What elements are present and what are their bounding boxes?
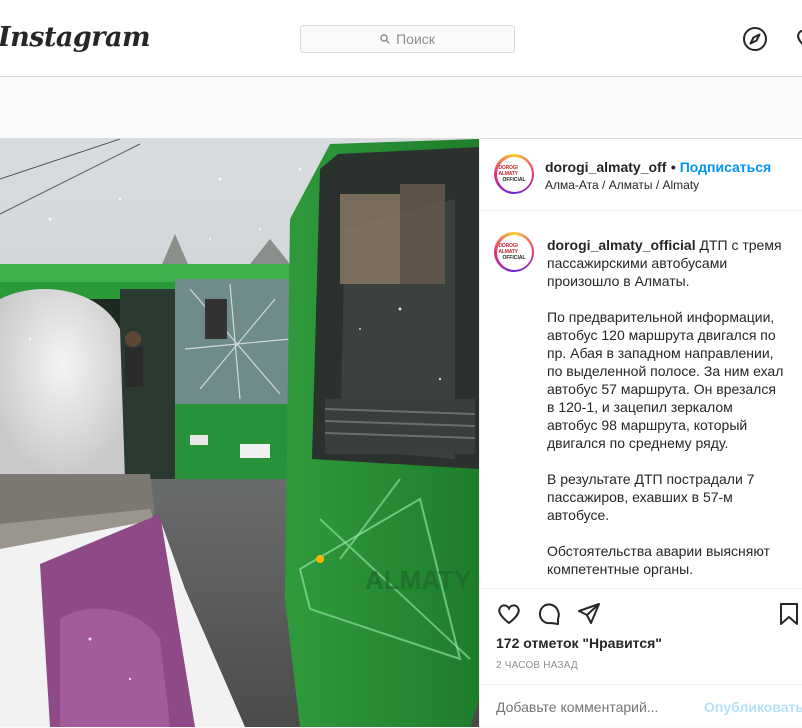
likes-count[interactable]: 172 отметок "Нравится" <box>496 635 662 651</box>
instagram-logo[interactable]: Instagram <box>0 22 151 53</box>
post-photo[interactable]: ALMATY <box>0 139 479 727</box>
post-side-panel: DOROGI ALMATY OFFICIAL dorogi_almaty_off… <box>479 139 802 727</box>
caption-username[interactable]: dorogi_almaty_official <box>547 237 696 253</box>
search-icon <box>380 34 390 44</box>
search-placeholder: Поиск <box>396 31 435 47</box>
svg-text:ALMATY: ALMATY <box>365 565 471 595</box>
post-timestamp[interactable]: 2 ЧАСОВ НАЗАД <box>496 660 578 671</box>
publish-button[interactable]: Опубликовать <box>704 699 802 715</box>
post-actions: 172 отметок "Нравится" 2 ЧАСОВ НАЗАД Опу… <box>480 588 802 727</box>
top-navigation-bar: Instagram Поиск <box>0 0 802 77</box>
author-avatar[interactable]: DOROGI ALMATY OFFICIAL <box>494 154 534 194</box>
bus-accident-image: ALMATY <box>0 139 479 727</box>
separator-dot: • <box>670 159 676 175</box>
share-icon[interactable] <box>576 601 602 627</box>
author-username[interactable]: dorogi_almaty_offic <box>545 159 667 175</box>
like-heart-icon[interactable] <box>496 601 522 627</box>
search-box[interactable]: Поиск <box>300 25 515 53</box>
caption-paragraph: Обстоятельства аварии выясняют компетент… <box>547 543 770 577</box>
heart-activity-icon[interactable] <box>794 26 802 52</box>
avatar-text-bottom: OFFICIAL <box>502 177 526 183</box>
bookmark-icon[interactable] <box>776 601 802 627</box>
follow-button[interactable]: Подписаться <box>680 159 772 175</box>
avatar-text-top: DOROGI ALMATY <box>498 165 518 177</box>
caption-paragraph: В результате ДТП пострадали 7 пассажиров… <box>547 471 755 523</box>
post-location[interactable]: Алма-Ата / Алматы / Almaty <box>545 178 795 192</box>
comment-input[interactable] <box>496 699 696 715</box>
comment-icon[interactable] <box>536 601 562 627</box>
post-header: DOROGI ALMATY OFFICIAL dorogi_almaty_off… <box>480 139 802 211</box>
avatar-text-bottom: OFFICIAL <box>502 255 526 261</box>
page-spacer <box>0 78 802 138</box>
caption-area: DOROGI ALMATY OFFICIAL dorogi_almaty_off… <box>480 212 802 588</box>
avatar-text-top: DOROGI ALMATY <box>498 243 518 255</box>
explore-compass-icon[interactable] <box>742 26 768 52</box>
post-caption: dorogi_almaty_official ДТП с тремя пасса… <box>547 236 787 588</box>
post-card: ALMATY DOROGI ALMATY OFFICIAL dorogi_alm… <box>0 138 802 727</box>
caption-avatar[interactable]: DOROGI ALMATY OFFICIAL <box>494 232 534 272</box>
comment-box: Опубликовать <box>480 684 802 728</box>
caption-paragraph: По предварительной информации, автобус 1… <box>547 309 784 451</box>
